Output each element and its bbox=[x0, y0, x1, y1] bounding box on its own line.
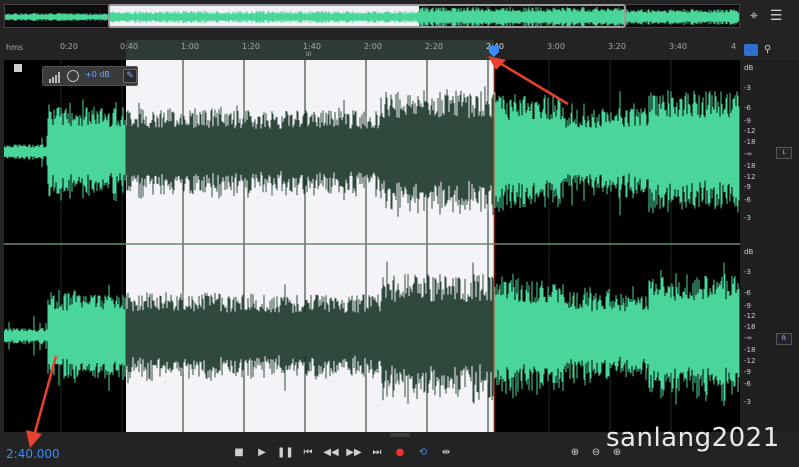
ruler-unit-label: hms bbox=[6, 43, 24, 52]
watermark-text: sanlang2021 bbox=[606, 423, 780, 453]
pin-hud-icon[interactable]: ✎ bbox=[123, 69, 137, 83]
db-label: -9 bbox=[744, 183, 751, 191]
ruler-tick-label: 4 bbox=[731, 42, 737, 51]
go-to-start-button[interactable]: ⏮ bbox=[300, 446, 316, 460]
ruler-tick-label: 1:20 bbox=[242, 42, 260, 51]
db-label: -6 bbox=[744, 289, 751, 297]
skip-selection-button[interactable]: ⇹ bbox=[438, 446, 454, 460]
db-label: -3 bbox=[744, 398, 751, 406]
waveform-editor[interactable] bbox=[4, 60, 740, 432]
ruler-marker-label: III bbox=[306, 51, 312, 58]
ruler-tick-label: 0:20 bbox=[60, 42, 78, 51]
go-to-end-button[interactable]: ⏭ bbox=[369, 446, 385, 460]
fast-forward-button[interactable]: ▶▶ bbox=[346, 446, 362, 460]
annotation-arrow-bottom bbox=[26, 355, 58, 448]
ruler-tick-label: 3:40 bbox=[669, 42, 687, 51]
db-header: dB bbox=[744, 64, 754, 72]
pause-button[interactable]: ❚❚ bbox=[277, 446, 294, 460]
volume-hud[interactable]: +0 dB ✎ bbox=[42, 66, 138, 86]
db-label: -6 bbox=[744, 104, 751, 112]
zoom-out-amplitude-icon[interactable]: ⊖ bbox=[588, 446, 604, 460]
stop-button[interactable]: ■ bbox=[231, 446, 247, 460]
panel-menu-icon[interactable]: ☰ bbox=[768, 8, 784, 24]
db-label: -12 bbox=[744, 127, 756, 135]
db-label: -18 bbox=[744, 162, 756, 170]
channel-right-button[interactable]: R bbox=[776, 333, 792, 345]
level-meter-icon bbox=[49, 72, 60, 83]
db-label: -18 bbox=[744, 346, 756, 354]
db-label: -3 bbox=[744, 268, 751, 276]
db-label: -9 bbox=[744, 117, 751, 125]
ruler-tick-label: 2:00 bbox=[364, 42, 382, 51]
resize-grip[interactable] bbox=[390, 433, 410, 437]
db-label: -18 bbox=[744, 138, 756, 146]
db-label: -6 bbox=[744, 196, 751, 204]
annotation-arrow-top bbox=[488, 56, 569, 106]
ruler-tick-label: 3:20 bbox=[608, 42, 626, 51]
zoom-in-amplitude-icon[interactable]: ⊕ bbox=[567, 446, 583, 460]
rewind-button[interactable]: ◀◀ bbox=[323, 446, 339, 460]
db-label: -∞ bbox=[744, 334, 753, 342]
ruler-tick-label: 1:00 bbox=[181, 42, 199, 51]
db-label: -9 bbox=[744, 302, 751, 310]
amplitude-ruler: dB -3 -6 -9 -12 -18 -∞ -18 -12 -9 -6 -3 … bbox=[740, 60, 799, 432]
overview-view-window[interactable] bbox=[108, 4, 626, 28]
zoom-to-selection-icon[interactable]: ⌖ bbox=[746, 8, 762, 24]
loop-playback-button[interactable]: ⟲ bbox=[415, 446, 431, 460]
volume-knob[interactable] bbox=[67, 70, 79, 82]
ruler-tick-label: 3:00 bbox=[547, 42, 565, 51]
waveform-graphic bbox=[4, 60, 740, 432]
ruler-tick-label: 1:40 bbox=[303, 42, 321, 51]
db-label: -3 bbox=[744, 84, 751, 92]
volume-value[interactable]: +0 dB bbox=[85, 70, 110, 79]
headphones-icon[interactable] bbox=[744, 44, 758, 56]
db-label: -∞ bbox=[744, 150, 753, 158]
time-ruler[interactable]: 0:20 0:40 1:00 1:20 1:40 2:00 2:20 2:40 … bbox=[0, 40, 799, 60]
channel-left-button[interactable]: L bbox=[776, 147, 792, 159]
play-button[interactable]: ▶ bbox=[254, 446, 270, 460]
ruler-tick-label: 2:20 bbox=[425, 42, 443, 51]
db-label: -3 bbox=[744, 214, 751, 222]
db-label: -12 bbox=[744, 357, 756, 365]
db-label: -18 bbox=[744, 323, 756, 331]
db-label: -12 bbox=[744, 312, 756, 320]
db-header: dB bbox=[744, 248, 754, 256]
pin-icon[interactable]: ⚲ bbox=[764, 44, 771, 56]
editor-corner-toggle-icon[interactable] bbox=[14, 64, 22, 72]
db-label: -12 bbox=[744, 173, 756, 181]
db-label: -9 bbox=[744, 368, 751, 376]
ruler-tick-label: 0:40 bbox=[120, 42, 138, 51]
db-label: -6 bbox=[744, 380, 751, 388]
record-button[interactable]: ● bbox=[392, 446, 408, 460]
